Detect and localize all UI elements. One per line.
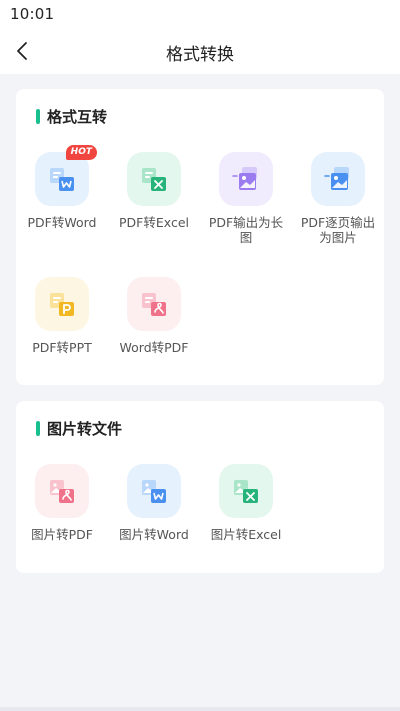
tool-word-to-pdf[interactable]: Word转PDF bbox=[108, 277, 200, 355]
tool-tile bbox=[127, 277, 181, 331]
pdf-to-excel-icon bbox=[142, 168, 166, 191]
tool-tile bbox=[219, 152, 273, 206]
tool-image-to-word[interactable]: 图片转Word bbox=[108, 464, 200, 542]
format-convert-card: 格式互转 HOT PDF转Word PDF转Excel PDF输出为长图 PDF… bbox=[16, 89, 384, 385]
pdf-to-ppt-icon bbox=[50, 293, 74, 316]
tool-label: 图片转Excel bbox=[210, 527, 282, 542]
section-title-text: 图片转文件 bbox=[47, 419, 123, 438]
pdf-pages-to-images-icon bbox=[324, 167, 349, 190]
tool-label: PDF逐页输出为图片 bbox=[300, 215, 376, 245]
tool-label: Word转PDF bbox=[119, 340, 189, 355]
tool-tile bbox=[127, 464, 181, 518]
section-accent-bar bbox=[36, 108, 40, 124]
tool-tile: HOT bbox=[35, 145, 97, 206]
tool-label: PDF转Excel bbox=[119, 215, 189, 230]
tool-image-to-pdf[interactable]: 图片转PDF bbox=[16, 464, 108, 542]
page-title: 格式转换 bbox=[166, 45, 234, 65]
tool-label: PDF转Word bbox=[27, 215, 97, 230]
tool-label: 图片转PDF bbox=[31, 527, 93, 542]
image-to-pdf-icon bbox=[50, 480, 74, 503]
tool-tile bbox=[35, 464, 89, 518]
status-time: 10:01 bbox=[10, 5, 55, 23]
tool-pdf-to-excel[interactable]: PDF转Excel bbox=[108, 152, 200, 230]
pdf-to-word-icon bbox=[50, 168, 74, 191]
app-header: 格式转换 bbox=[0, 28, 400, 74]
tool-label: PDF输出为长图 bbox=[208, 215, 284, 245]
tool-tile bbox=[311, 152, 365, 206]
section-title: 图片转文件 bbox=[36, 419, 123, 438]
image-to-file-card: 图片转文件 图片转PDF 图片转Word 图片转Excel bbox=[16, 401, 384, 573]
section-accent-bar bbox=[36, 420, 40, 436]
tool-label: PDF转PPT bbox=[32, 340, 92, 355]
word-to-pdf-icon bbox=[142, 293, 166, 316]
tool-tile bbox=[127, 152, 181, 206]
tool-tile bbox=[219, 464, 273, 518]
status-bar: 10:01 bbox=[0, 0, 400, 28]
image-to-excel-icon bbox=[234, 480, 258, 503]
section-title-text: 格式互转 bbox=[47, 107, 108, 126]
tool-pdf-to-word[interactable]: HOT PDF转Word bbox=[16, 145, 108, 230]
pdf-to-long-image-icon bbox=[232, 167, 257, 190]
tool-tile bbox=[35, 277, 89, 331]
section-title: 格式互转 bbox=[36, 107, 108, 126]
tool-pdf-to-long-image[interactable]: PDF输出为长图 bbox=[200, 152, 292, 245]
hot-badge: HOT bbox=[65, 145, 97, 160]
tool-pdf-pages-to-images[interactable]: PDF逐页输出为图片 bbox=[292, 152, 384, 245]
tool-pdf-to-ppt[interactable]: PDF转PPT bbox=[16, 277, 108, 355]
image-to-word-icon bbox=[142, 480, 166, 503]
tool-image-to-excel[interactable]: 图片转Excel bbox=[200, 464, 292, 542]
tool-label: 图片转Word bbox=[119, 527, 189, 542]
bottom-edge bbox=[0, 707, 400, 711]
